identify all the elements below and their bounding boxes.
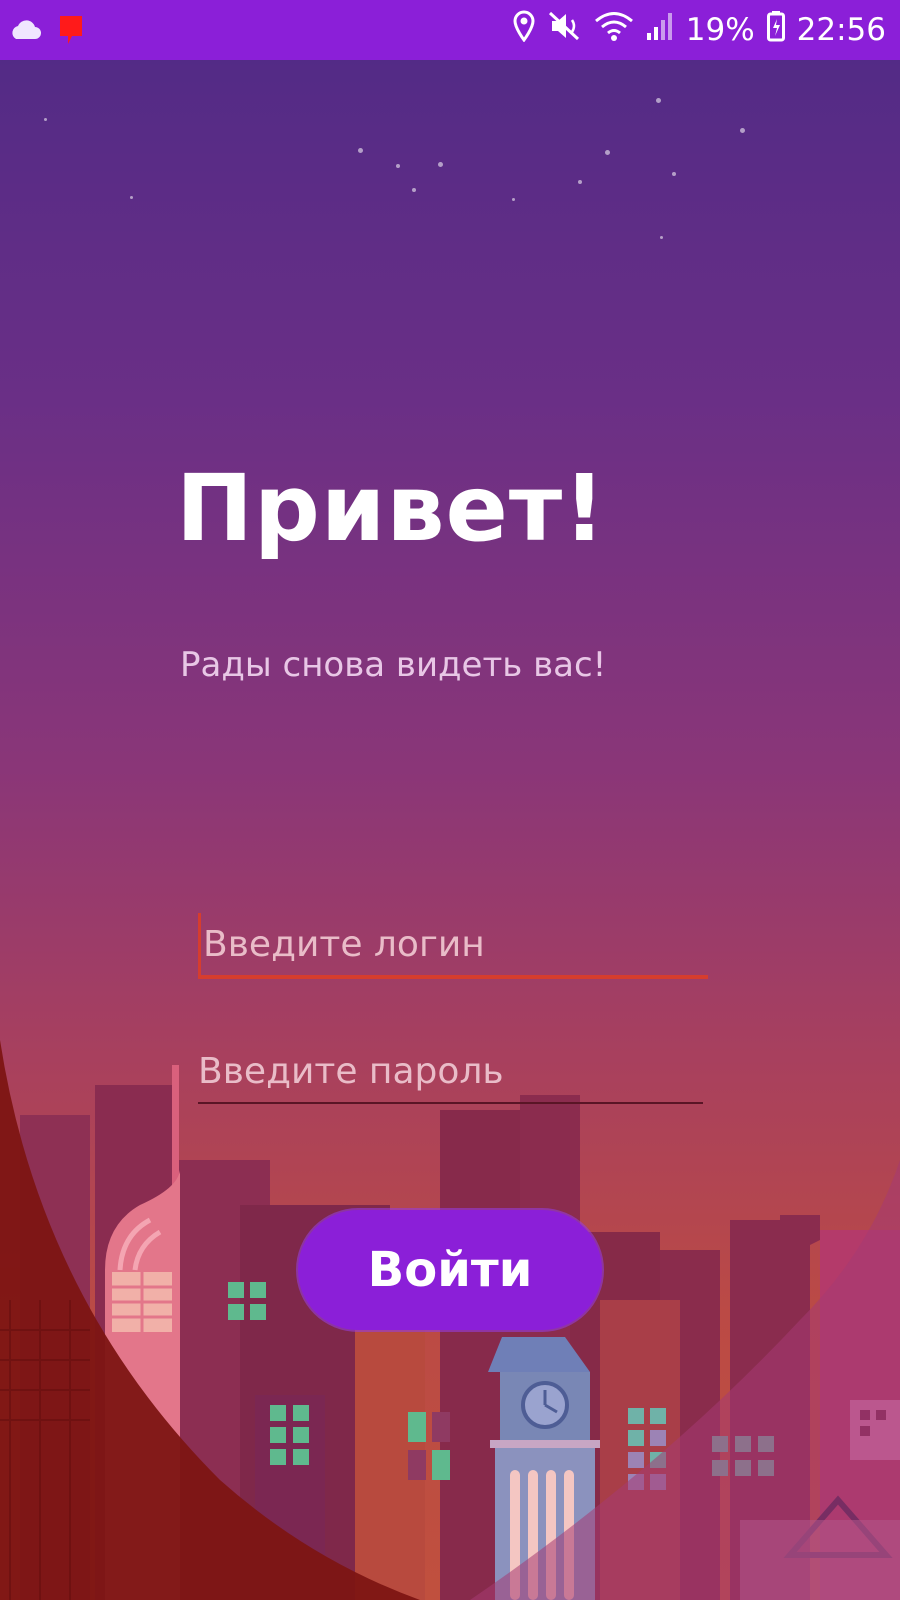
status-bar: 19% 22:56 <box>0 0 900 60</box>
cloud-icon <box>8 19 42 45</box>
login-screen: 19% 22:56 Привет! Рады снова видеть вас!… <box>0 0 900 1600</box>
login-button[interactable]: Войти <box>298 1210 602 1330</box>
login-input[interactable] <box>198 913 708 979</box>
battery-percent: 19% <box>685 12 755 48</box>
password-input[interactable] <box>198 1040 703 1104</box>
clock: 22:56 <box>796 12 886 48</box>
mute-icon <box>548 10 582 50</box>
greeting-subtitle: Рады снова видеть вас! <box>180 645 607 685</box>
location-icon <box>512 10 536 50</box>
wifi-icon <box>594 10 634 50</box>
battery-icon <box>766 10 785 50</box>
notification-icon <box>58 14 84 50</box>
signal-icon <box>646 11 674 49</box>
greeting-title: Привет! <box>176 455 607 562</box>
